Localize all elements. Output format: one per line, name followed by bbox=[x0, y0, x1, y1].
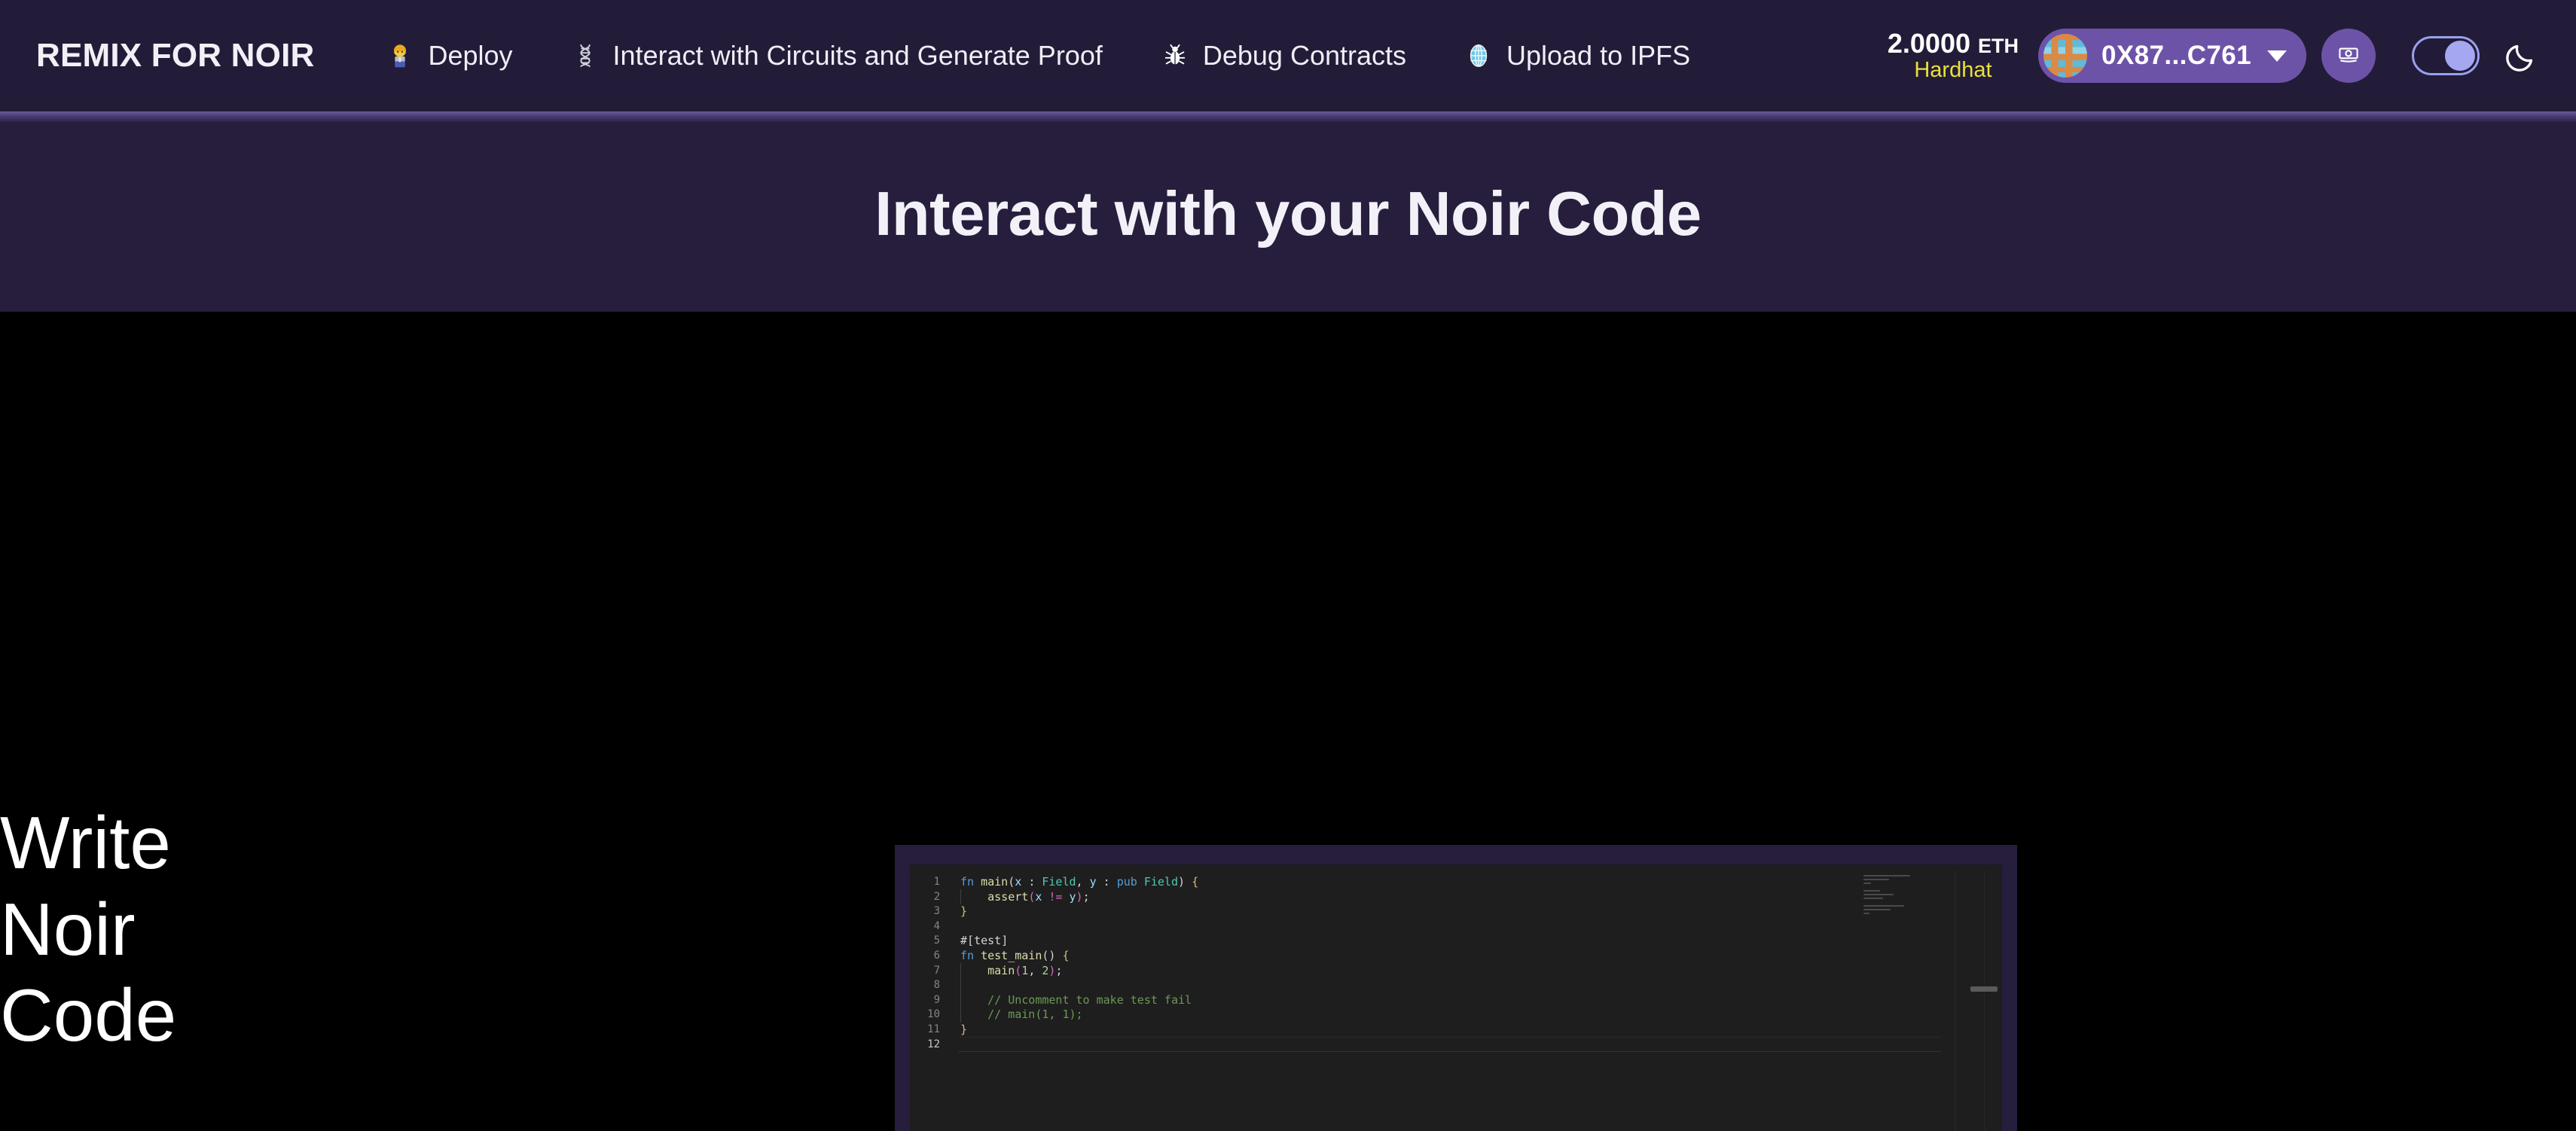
line-content: fn main(x : Field, y : pub Field) { bbox=[960, 875, 1199, 889]
bug-icon bbox=[1160, 41, 1190, 71]
nav-link-label: Deploy bbox=[428, 40, 513, 71]
wallet-address-button[interactable]: 0X87...C761 bbox=[2038, 29, 2306, 83]
line-number: 2 bbox=[933, 890, 940, 903]
woman-icon bbox=[385, 41, 415, 71]
nav-links: Deploy Interact with Circuits and Genera… bbox=[356, 22, 1719, 90]
chevron-down-icon bbox=[2267, 50, 2287, 62]
top-navigation-bar: REMIX FOR NOIR Deploy Interact with Circ… bbox=[0, 0, 2576, 111]
code-line: 8 bbox=[910, 978, 2002, 993]
nav-accent-border bbox=[0, 111, 2576, 122]
line-number: 11 bbox=[927, 1023, 940, 1035]
code-lines: 1 fn main(x : Field, y : pub Field) { 2 … bbox=[910, 875, 2002, 1052]
line-number: 7 bbox=[933, 964, 940, 977]
line-number: 1 bbox=[933, 876, 940, 888]
code-line: 10 // main(1, 1); bbox=[910, 1008, 2002, 1023]
line-content: fn test_main() { bbox=[960, 948, 1070, 962]
line-content: // main(1, 1); bbox=[960, 1008, 1083, 1022]
code-line: 6 fn test_main() { bbox=[910, 949, 2002, 964]
code-editor[interactable]: 1 fn main(x : Field, y : pub Field) { 2 … bbox=[910, 864, 2002, 1131]
toggle-knob bbox=[2445, 41, 2475, 71]
code-line: 4 bbox=[910, 919, 2002, 934]
code-line: 9 // Uncomment to make test fail bbox=[910, 993, 2002, 1008]
globe-icon bbox=[1463, 41, 1494, 71]
line-number: 4 bbox=[933, 919, 940, 932]
theme-toggle-switch[interactable] bbox=[2412, 36, 2480, 75]
balance-amount: 2.0000 bbox=[1887, 27, 1970, 59]
code-line: 2 assert(x != y); bbox=[910, 890, 2002, 905]
line-content: } bbox=[960, 904, 968, 919]
nav-link-label: Interact with Circuits and Generate Proo… bbox=[612, 40, 1103, 71]
code-line: 3 } bbox=[910, 904, 2002, 919]
line-content: assert(x != y); bbox=[987, 889, 1090, 904]
line-content: // Uncomment to make test fail bbox=[960, 992, 1192, 1007]
line-number: 8 bbox=[933, 979, 940, 992]
banknote-icon bbox=[2334, 40, 2363, 72]
main-content: Write Noir Code 1 fn main(x : Field, y :… bbox=[0, 312, 2576, 1131]
nav-link-label: Upload to IPFS bbox=[1506, 40, 1691, 71]
noir-editor-panel: 1 fn main(x : Field, y : pub Field) { 2 … bbox=[895, 845, 2017, 1131]
wallet-balance: 2.0000 ETH Hardhat bbox=[1888, 29, 2019, 82]
nav-link-label: Debug Contracts bbox=[1202, 40, 1406, 71]
line-number: 6 bbox=[933, 949, 940, 962]
hero-section: Interact with your Noir Code bbox=[0, 111, 2576, 312]
nav-right-controls: 2.0000 ETH Hardhat 0X87...C761 bbox=[1888, 29, 2543, 83]
line-number: 12 bbox=[927, 1038, 940, 1050]
page-title: Interact with your Noir Code bbox=[874, 178, 1702, 248]
line-content: } bbox=[960, 1022, 968, 1036]
nav-link-deploy[interactable]: Deploy bbox=[356, 22, 541, 90]
code-line: 11 } bbox=[910, 1023, 2002, 1038]
dna-icon bbox=[570, 41, 600, 71]
code-line: 7 main(1, 2); bbox=[910, 964, 2002, 979]
code-line: 5 #[test] bbox=[910, 934, 2002, 949]
wallet-address-label: 0X87...C761 bbox=[2101, 41, 2251, 70]
balance-unit: ETH bbox=[1978, 34, 2019, 57]
line-content: #[test] bbox=[960, 934, 1009, 948]
moon-icon[interactable] bbox=[2501, 35, 2543, 77]
nav-link-interact-circuits[interactable]: Interact with Circuits and Generate Proo… bbox=[542, 22, 1131, 90]
code-line: 1 fn main(x : Field, y : pub Field) { bbox=[910, 875, 2002, 890]
line-number: 10 bbox=[927, 1008, 940, 1021]
line-number: 5 bbox=[933, 934, 940, 947]
nav-link-upload-ipfs[interactable]: Upload to IPFS bbox=[1435, 22, 1719, 90]
banknote-button[interactable] bbox=[2321, 29, 2376, 83]
side-heading: Write Noir Code bbox=[0, 801, 177, 1057]
line-content: main(1, 2); bbox=[987, 963, 1063, 977]
nav-link-debug-contracts[interactable]: Debug Contracts bbox=[1131, 22, 1435, 90]
brand-logo[interactable]: REMIX FOR NOIR bbox=[36, 37, 314, 75]
line-number: 3 bbox=[933, 905, 940, 918]
identicon-avatar bbox=[2043, 34, 2087, 78]
network-name: Hardhat bbox=[1914, 57, 1992, 82]
code-line: 12 bbox=[910, 1038, 2002, 1053]
line-number: 9 bbox=[933, 993, 940, 1006]
